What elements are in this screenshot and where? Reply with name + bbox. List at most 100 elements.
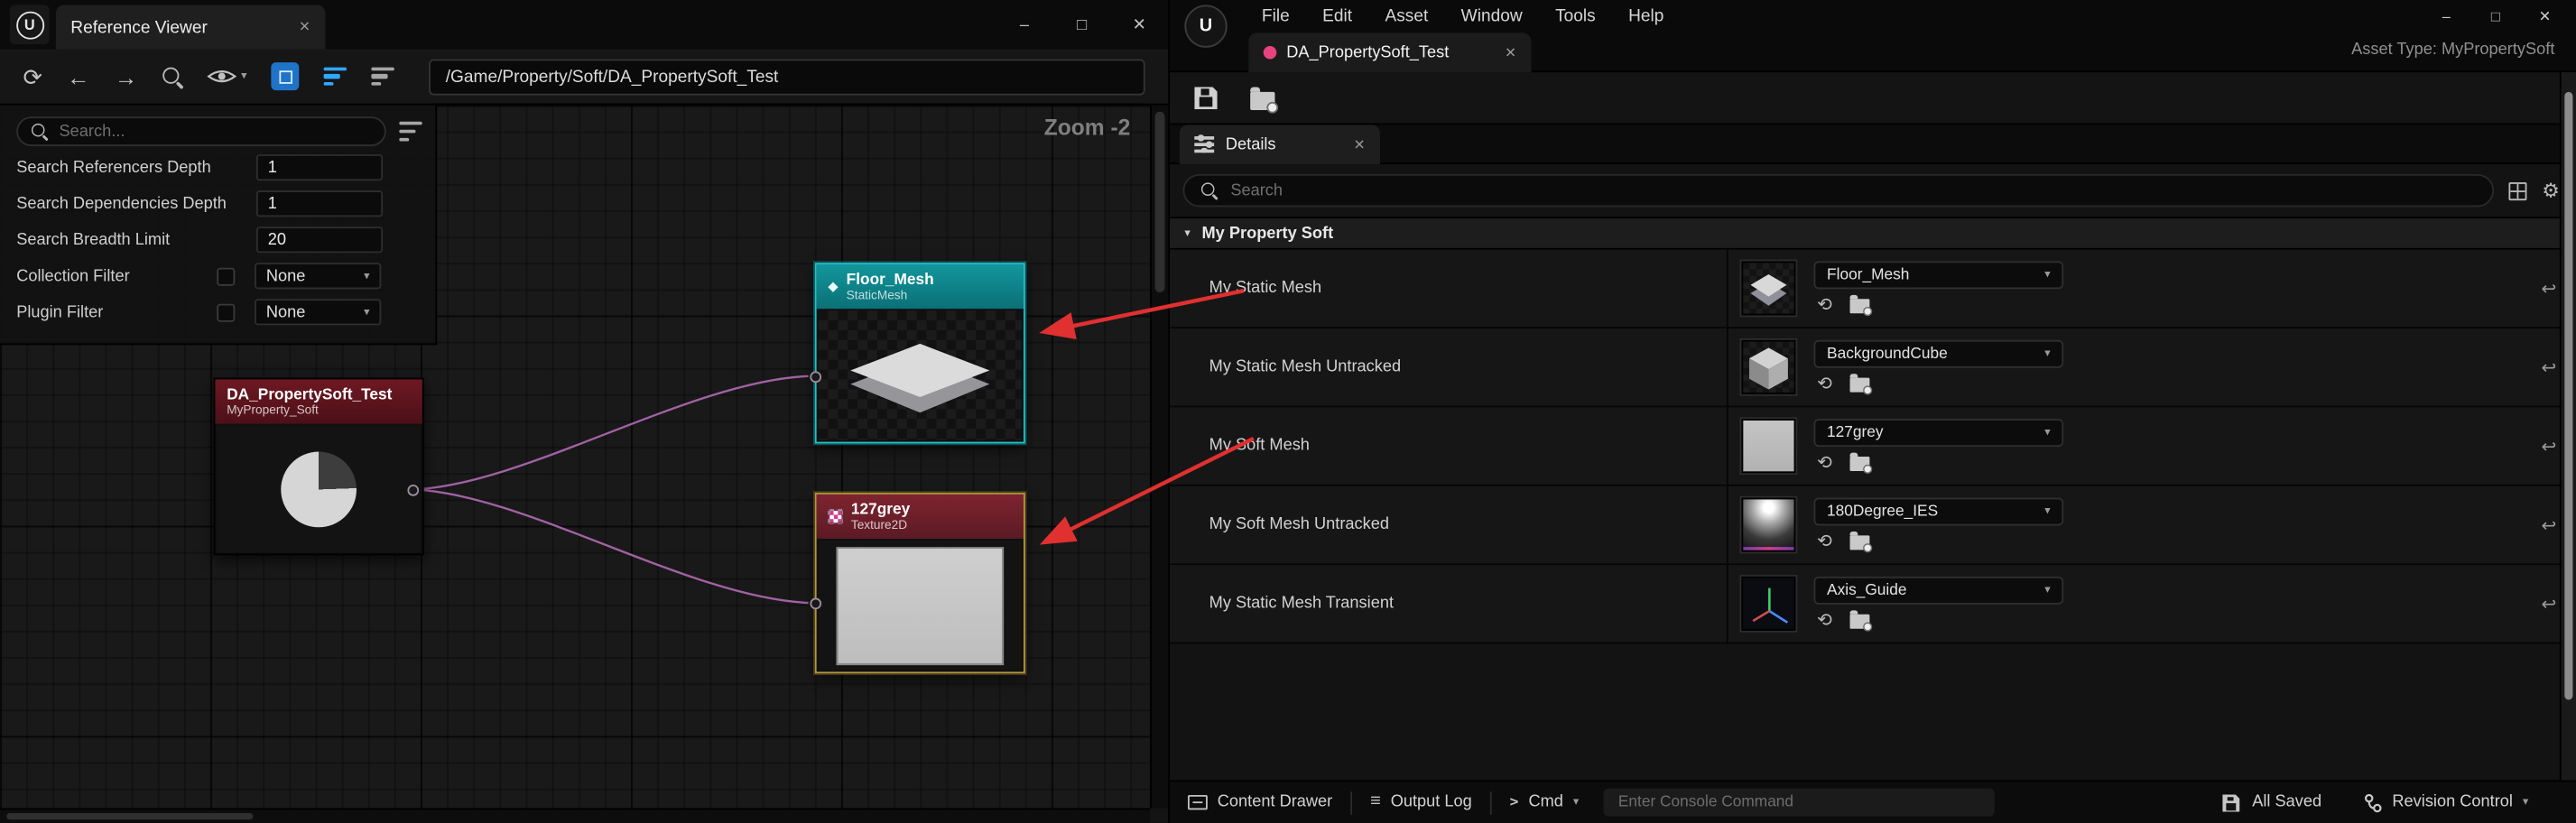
close-tab-icon[interactable]: ✕ <box>299 18 310 36</box>
maximize-button[interactable]: □ <box>2471 0 2521 32</box>
menu-window[interactable]: Window <box>1444 0 1538 32</box>
filter-icon[interactable] <box>399 122 422 141</box>
asset-select[interactable]: BackgroundCube ▾ <box>1814 340 2064 368</box>
graph-node-floor-mesh[interactable]: ◆ Floor_Mesh StaticMesh <box>815 263 1025 443</box>
filter-options-button[interactable] <box>372 67 394 86</box>
all-saved-status[interactable]: All Saved <box>2201 781 2340 823</box>
search-dependencies-depth-input[interactable]: 1 <box>256 190 383 217</box>
revision-control-dropdown[interactable]: Revision Control ▾ <box>2346 781 2546 823</box>
collection-filter-select[interactable]: None ▾ <box>255 263 381 289</box>
setting-row: Search Breadth Limit 20 <box>0 222 435 258</box>
search-breadth-limit-input[interactable]: 20 <box>256 227 383 253</box>
browse-to-asset-button[interactable] <box>1250 91 1274 109</box>
asset-thumbnail[interactable] <box>1741 498 1795 552</box>
use-selected-asset-button[interactable]: ⟲ <box>1817 454 1832 472</box>
output-pin[interactable] <box>407 485 419 496</box>
collection-filter-checkbox[interactable] <box>217 267 235 285</box>
visibility-dropdown[interactable]: ▾ <box>207 68 247 86</box>
output-log-icon: ≡ <box>1370 793 1381 811</box>
chevron-down-icon[interactable]: ▾ <box>1184 227 1190 240</box>
tab-details[interactable]: Details ✕ <box>1180 125 1380 164</box>
menu-asset[interactable]: Asset <box>1368 0 1444 32</box>
setting-row: Search Dependencies Depth 1 <box>0 186 435 222</box>
back-button[interactable]: ← <box>67 65 89 88</box>
input-pin[interactable] <box>810 598 821 610</box>
node-subtitle: StaticMesh <box>847 289 934 302</box>
use-selected-asset-button[interactable]: ⟲ <box>1817 533 1832 551</box>
reference-viewer-options-panel: Search... Search Referencers Depth 1 Sea… <box>0 105 437 345</box>
graph-node-da-propertysoft-test[interactable]: DA_PropertySoft_Test MyProperty_Soft <box>214 378 424 556</box>
browse-to-asset-button[interactable] <box>1850 615 1870 629</box>
close-tab-icon[interactable]: ✕ <box>1354 135 1366 153</box>
asset-tab-title: DA_PropertySoft_Test <box>1286 43 1495 61</box>
show-duplicates-button[interactable] <box>272 62 300 90</box>
close-button[interactable]: ✕ <box>2520 0 2570 32</box>
asset-thumbnail[interactable] <box>1741 419 1795 473</box>
horizontal-scrollbar[interactable] <box>0 809 1150 823</box>
browse-to-asset-button[interactable] <box>1850 535 1870 550</box>
title-bar[interactable]: U Reference Viewer ✕ – □ ✕ <box>0 0 1168 50</box>
use-selected-asset-button[interactable]: ⟲ <box>1817 612 1832 630</box>
plugin-filter-select[interactable]: None ▾ <box>255 299 381 325</box>
asset-select[interactable]: Axis_Guide ▾ <box>1814 577 2064 605</box>
browse-to-asset-button[interactable] <box>1850 299 1870 313</box>
display-options-icon[interactable] <box>2509 181 2527 199</box>
content-drawer-button[interactable]: Content Drawer <box>1170 781 1350 823</box>
console-prompt-icon: > <box>1510 794 1519 810</box>
asset-select[interactable]: 180Degree_IES ▾ <box>1814 498 2064 526</box>
asset-path-field[interactable]: /Game/Property/Soft/DA_PropertySoft_Test <box>430 59 1145 95</box>
asset-thumbnail[interactable] <box>1741 577 1795 631</box>
search-input[interactable]: Search... <box>16 116 386 146</box>
category-my-property-soft[interactable]: ▾ My Property Soft <box>1170 217 2576 249</box>
reset-to-default-button[interactable]: ↩ <box>2541 356 2556 378</box>
minimize-button[interactable]: – <box>996 0 1053 50</box>
close-tab-icon[interactable]: ✕ <box>1505 43 1516 61</box>
asset-thumbnail[interactable] <box>1741 340 1795 394</box>
menu-tools[interactable]: Tools <box>1539 0 1612 32</box>
save-button[interactable] <box>1194 87 1217 109</box>
tab-da-propertysoft-test[interactable]: DA_PropertySoft_Test ✕ <box>1248 32 1531 72</box>
console-command-input[interactable]: Enter Console Command <box>1604 789 1995 817</box>
node-header: DA_PropertySoft_Test MyProperty_Soft <box>215 379 422 423</box>
search-referencers-depth-input[interactable]: 1 <box>256 154 383 180</box>
browse-to-asset-button[interactable] <box>1850 378 1870 393</box>
reset-to-default-button[interactable]: ↩ <box>2541 593 2556 615</box>
vertical-scrollbar[interactable] <box>1150 105 1168 808</box>
axis-guide-thumbnail <box>1743 578 1795 631</box>
menu-edit[interactable]: Edit <box>1306 0 1368 32</box>
menu-help[interactable]: Help <box>1612 0 1681 32</box>
output-log-button[interactable]: ≡ Output Log <box>1352 781 1490 823</box>
filters-toggle-button[interactable] <box>324 67 347 86</box>
find-path-icon[interactable] <box>162 67 182 87</box>
setting-row: Search Referencers Depth 1 <box>0 150 435 186</box>
close-button[interactable]: ✕ <box>1110 0 1168 50</box>
scrollbar-thumb[interactable] <box>2564 92 2572 699</box>
use-selected-asset-button[interactable]: ⟲ <box>1817 297 1832 315</box>
asset-select[interactable]: 127grey ▾ <box>1814 419 2064 447</box>
tab-reference-viewer[interactable]: Reference Viewer ✕ <box>56 5 326 49</box>
grey-texture-thumbnail <box>836 546 1004 664</box>
asset-thumbnail[interactable] <box>1741 261 1795 315</box>
gear-icon[interactable]: ⚙ <box>2542 180 2560 200</box>
asset-select[interactable]: Floor_Mesh ▾ <box>1814 261 2064 289</box>
reset-to-default-button[interactable]: ↩ <box>2541 514 2556 536</box>
cmd-dropdown[interactable]: > Cmd ▾ <box>1492 781 1598 823</box>
browse-to-asset-button[interactable] <box>1850 457 1870 471</box>
use-selected-asset-button[interactable]: ⟲ <box>1817 375 1832 393</box>
reset-to-default-button[interactable]: ↩ <box>2541 278 2556 300</box>
reset-to-default-button[interactable]: ↩ <box>2541 435 2556 457</box>
scrollbar-thumb[interactable] <box>1155 112 1165 292</box>
input-pin[interactable] <box>810 371 821 383</box>
maximize-button[interactable]: □ <box>1053 0 1111 50</box>
forward-button[interactable]: → <box>115 65 137 88</box>
details-scrollbar[interactable] <box>2560 72 2576 781</box>
content-drawer-icon <box>1188 795 1208 809</box>
floor-mesh-thumbnail <box>835 323 1005 428</box>
graph-node-127grey[interactable]: 127grey Texture2D <box>815 493 1025 673</box>
menu-file[interactable]: File <box>1246 0 1306 32</box>
plugin-filter-checkbox[interactable] <box>217 303 235 321</box>
minimize-button[interactable]: – <box>2422 0 2471 32</box>
scrollbar-thumb[interactable] <box>6 813 253 819</box>
refresh-button[interactable]: ⟳ <box>23 65 42 88</box>
details-search-input[interactable]: Search <box>1183 174 2495 207</box>
